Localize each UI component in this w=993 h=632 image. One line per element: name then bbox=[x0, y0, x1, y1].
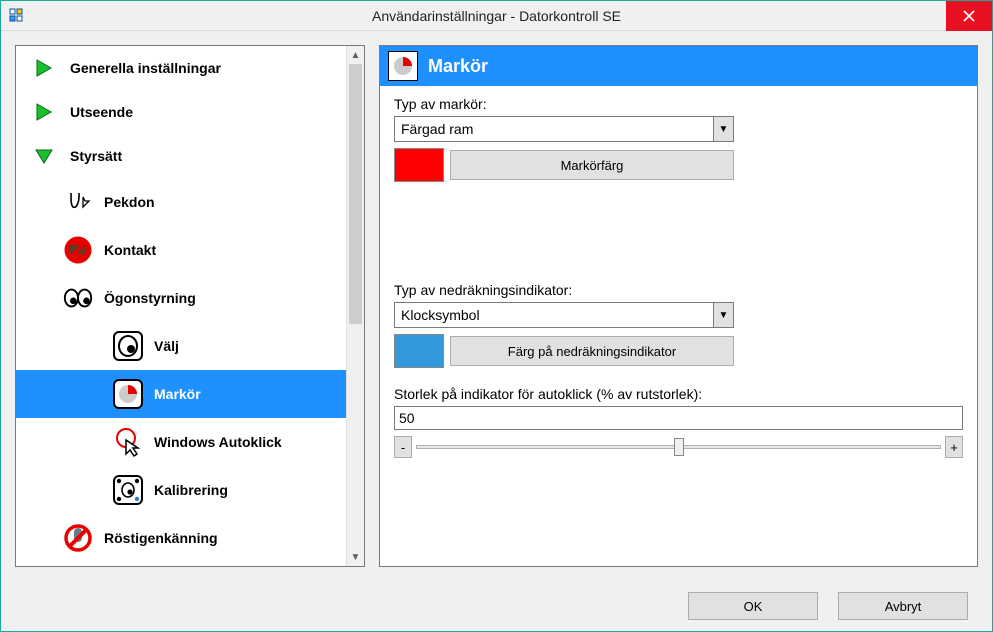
nav-cursor[interactable]: Markör bbox=[16, 370, 346, 418]
nav-control-method[interactable]: Styrsätt bbox=[16, 134, 346, 178]
scroll-thumb[interactable] bbox=[349, 64, 362, 324]
nav-scrollbar[interactable]: ▲ ▼ bbox=[346, 46, 364, 566]
nav-label: Styrsätt bbox=[70, 148, 122, 164]
countdown-type-value: Klocksymbol bbox=[401, 307, 480, 323]
app-icon bbox=[9, 8, 25, 24]
countdown-color-button[interactable]: Färg på nedräkningsindikator bbox=[450, 336, 734, 366]
nav-label: Markör bbox=[154, 386, 201, 402]
scroll-up-icon[interactable]: ▲ bbox=[347, 46, 364, 64]
nav-windows-autoclick[interactable]: Windows Autoklick bbox=[16, 418, 346, 466]
cursor-color-button[interactable]: Markörfärg bbox=[450, 150, 734, 180]
nav-label: Utseende bbox=[70, 104, 133, 120]
nav-label: Kalibrering bbox=[154, 482, 228, 498]
settings-window: Användarinställningar - Datorkontroll SE… bbox=[0, 0, 993, 632]
eye-select-icon bbox=[112, 330, 144, 362]
scroll-track[interactable] bbox=[347, 64, 364, 548]
pointer-icon bbox=[62, 187, 94, 217]
size-input[interactable] bbox=[394, 406, 963, 430]
nav-appearance[interactable]: Utseende bbox=[16, 90, 346, 134]
footer: OK Avbryt bbox=[1, 581, 992, 631]
nav-label: Generella inställningar bbox=[70, 60, 221, 76]
nav-label: Pekdon bbox=[104, 194, 155, 210]
nav-general-settings[interactable]: Generella inställningar bbox=[16, 46, 346, 90]
settings-panel: Markör Typ av markör: Färgad ram ▼ Markö… bbox=[379, 45, 978, 567]
nav-voice-recognition[interactable]: Röstigenkänning bbox=[16, 514, 346, 562]
nav-label: Windows Autoklick bbox=[154, 434, 282, 450]
decrement-button[interactable]: - bbox=[394, 436, 412, 458]
eyes-icon bbox=[62, 285, 94, 311]
countdown-type-select[interactable]: Klocksymbol ▼ bbox=[394, 302, 734, 328]
close-icon bbox=[963, 10, 975, 22]
nav-pointing-device[interactable]: Pekdon bbox=[16, 178, 346, 226]
nav-tree: Generella inställningar Utseende Styrsät… bbox=[15, 45, 365, 567]
countdown-type-label: Typ av nedräkningsindikator: bbox=[394, 282, 963, 298]
nav-label: Kontakt bbox=[104, 242, 156, 258]
slider-handle[interactable] bbox=[674, 438, 684, 456]
play-icon bbox=[28, 58, 60, 78]
countdown-color-swatch[interactable] bbox=[394, 334, 444, 368]
cursor-type-select[interactable]: Färgad ram ▼ bbox=[394, 116, 734, 142]
nav-contact[interactable]: Kontakt bbox=[16, 226, 346, 274]
cursor-color-swatch[interactable] bbox=[394, 148, 444, 182]
play-icon bbox=[28, 102, 60, 122]
scroll-down-icon[interactable]: ▼ bbox=[347, 548, 364, 566]
chevron-down-icon: ▼ bbox=[713, 303, 733, 327]
no-contact-icon bbox=[62, 235, 94, 265]
autoclick-icon bbox=[112, 426, 144, 458]
nav-label: Ögonstyrning bbox=[104, 290, 196, 306]
panel-title: Markör bbox=[428, 56, 488, 77]
countdown-color-button-label: Färg på nedräkningsindikator bbox=[508, 344, 676, 359]
ok-label: OK bbox=[744, 599, 763, 614]
size-label: Storlek på indikator för autoklick (% av… bbox=[394, 386, 963, 402]
expand-down-icon bbox=[28, 146, 60, 166]
body: Generella inställningar Utseende Styrsät… bbox=[1, 31, 992, 581]
cursor-pie-icon bbox=[112, 378, 144, 410]
no-voice-icon bbox=[62, 523, 94, 553]
cursor-type-label: Typ av markör: bbox=[394, 96, 963, 112]
cursor-pie-icon bbox=[388, 51, 418, 81]
cancel-button[interactable]: Avbryt bbox=[838, 592, 968, 620]
titlebar: Användarinställningar - Datorkontroll SE bbox=[1, 1, 992, 31]
nav-label: Välj bbox=[154, 338, 179, 354]
size-slider[interactable] bbox=[416, 436, 941, 458]
panel-header: Markör bbox=[380, 46, 977, 86]
nav-eye-control[interactable]: Ögonstyrning bbox=[16, 274, 346, 322]
close-button[interactable] bbox=[946, 1, 992, 31]
calibration-icon bbox=[112, 474, 144, 506]
cursor-color-button-label: Markörfärg bbox=[561, 158, 624, 173]
ok-button[interactable]: OK bbox=[688, 592, 818, 620]
nav-label: Röstigenkänning bbox=[104, 530, 218, 546]
nav-calibration[interactable]: Kalibrering bbox=[16, 466, 346, 514]
chevron-down-icon: ▼ bbox=[713, 117, 733, 141]
window-title: Användarinställningar - Datorkontroll SE bbox=[1, 8, 992, 24]
cursor-type-value: Färgad ram bbox=[401, 121, 473, 137]
increment-button[interactable]: + bbox=[945, 436, 963, 458]
nav-select[interactable]: Välj bbox=[16, 322, 346, 370]
cancel-label: Avbryt bbox=[885, 599, 922, 614]
